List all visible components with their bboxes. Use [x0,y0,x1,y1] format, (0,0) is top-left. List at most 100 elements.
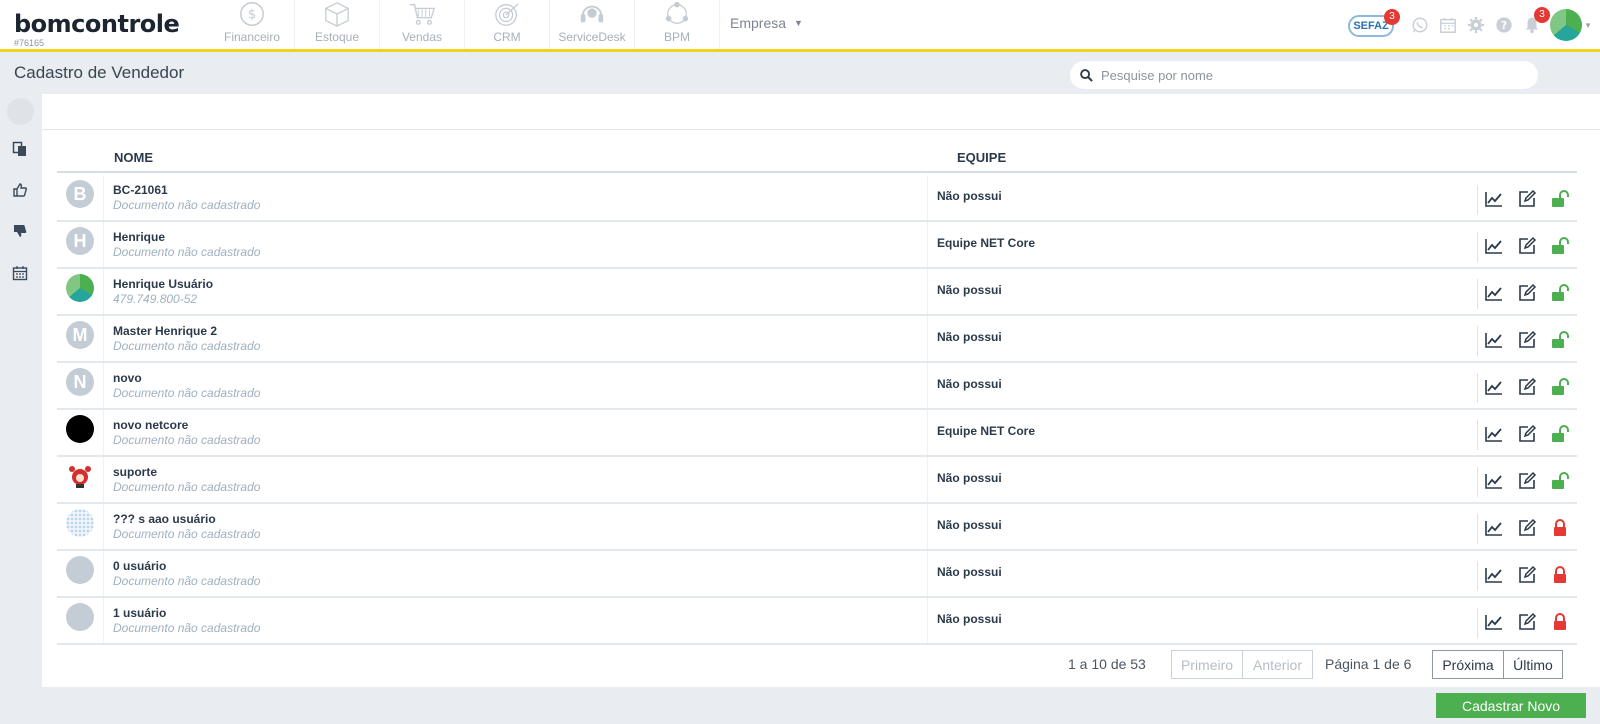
edit-button[interactable] [1517,330,1537,350]
last-page-button[interactable]: Último [1503,650,1563,679]
edit-icon [1519,236,1537,254]
lock-seller-button[interactable] [1550,283,1570,303]
first-page-button[interactable]: Primeiro [1171,650,1243,679]
empresa-dropdown[interactable]: Empresa ▼ [730,15,803,31]
performance-button[interactable] [1484,612,1504,632]
module-label: ServiceDesk [558,30,626,44]
unlock-icon [1552,472,1569,489]
actions-divider [1477,514,1478,544]
line-chart-icon [1485,333,1502,348]
performance-button[interactable] [1484,565,1504,585]
edit-button[interactable] [1517,236,1537,256]
table-row[interactable]: suporte Documento não cadastrado Não possu… [57,457,1577,504]
lock-seller-button[interactable] [1550,377,1570,397]
edit-button[interactable] [1517,189,1537,209]
unlock-seller-button[interactable] [1550,612,1570,632]
rail-thumbs-down[interactable] [12,223,28,239]
unlock-seller-button[interactable] [1550,518,1570,538]
lock-seller-button[interactable] [1550,471,1570,491]
performance-button[interactable] [1484,330,1504,350]
edit-button[interactable] [1517,377,1537,397]
previous-page-button[interactable]: Anterior [1242,650,1313,679]
user-avatar[interactable] [1550,9,1583,41]
table-row[interactable]: Nnovo Documento não cadastrado Não possui [57,363,1577,410]
edit-icon [1519,424,1537,442]
cadastrar-novo-button[interactable]: Cadastrar Novo [1436,693,1586,718]
seller-name: Master Henrique 2 [113,324,218,338]
column-divider [927,551,928,596]
unlock-icon [1552,237,1569,254]
seller-name: BC-21061 [113,183,168,197]
rail-calendar[interactable] [12,265,28,281]
edit-button[interactable] [1517,471,1537,491]
table-row[interactable]: ??? s aao usuário Documento não cadastrad… [57,504,1577,551]
performance-button[interactable] [1484,471,1504,491]
seller-document: 479.749.800-52 [113,292,198,306]
performance-button[interactable] [1484,424,1504,444]
svg-text:$: $ [248,8,256,23]
module-bpm[interactable]: BPM [635,0,720,49]
edit-icon [1519,471,1537,489]
performance-button[interactable] [1484,377,1504,397]
module-vendas[interactable]: Vendas [380,0,465,49]
edit-button[interactable] [1517,283,1537,303]
thumbs-up-icon [13,183,28,197]
rail-toggle[interactable] [7,98,34,125]
rail-copy[interactable] [12,141,28,157]
edit-icon [1519,518,1537,536]
help-button[interactable]: ? [1490,11,1518,39]
svg-text:?: ? [1501,19,1507,32]
table-row[interactable]: novo netcore Documento não cadastrado Equi… [57,410,1577,457]
edit-icon [1519,283,1537,301]
table-row[interactable]: B BC-21061 Documento não cadastrado Não pos… [57,175,1577,222]
table-row[interactable]: M Master Henrique 2 Documento não cadastra… [57,316,1577,363]
performance-button[interactable] [1484,518,1504,538]
module-financeiro[interactable]: $ Financeiro [210,0,295,49]
lock-seller-button[interactable] [1550,330,1570,350]
table-row[interactable]: 0 usuário Documento não cadastrado Não pos… [57,551,1577,598]
edit-button[interactable] [1517,518,1537,538]
column-divider [927,504,928,549]
search-input[interactable] [1101,67,1538,83]
table-row[interactable]: Henrique Usuário 479.749.800-52 Não possui [57,269,1577,316]
rail-thumbs-up[interactable] [12,182,28,198]
performance-button[interactable] [1484,189,1504,209]
empresa-label: Empresa [730,15,787,31]
box-icon [325,2,349,27]
caret-down-icon[interactable]: ▼ [1584,21,1592,30]
column-header-equipe[interactable]: EQUIPE [957,150,1006,165]
content-panel: NOME EQUIPE B BC-21061 Documento não cadas… [42,94,1600,687]
table-row[interactable]: H Henrique Documento não cadastrado Equipe … [57,222,1577,269]
lock-seller-button[interactable] [1550,189,1570,209]
calendar-button[interactable] [1434,11,1462,39]
lock-seller-button[interactable] [1550,236,1570,256]
workflow-icon [665,1,689,24]
table-row[interactable]: 1 usuário Documento não cadastrado Não pos… [57,598,1577,645]
module-estoque[interactable]: Estoque [295,0,380,49]
unlock-seller-button[interactable] [1550,565,1570,585]
settings-button[interactable] [1462,11,1490,39]
unlock-icon [1552,378,1569,395]
sefaz-button[interactable]: SEFAZ 3 [1348,9,1401,39]
edit-button[interactable] [1517,565,1537,585]
edit-button[interactable] [1517,612,1537,632]
whatsapp-button[interactable] [1406,11,1434,39]
performance-button[interactable] [1484,236,1504,256]
column-divider [927,222,928,267]
seller-document: Documento não cadastrado [113,480,261,494]
next-page-button[interactable]: Próxima [1432,650,1504,679]
seller-avatar: M [66,321,94,349]
brand-logo[interactable]: bomcontrole [14,10,180,38]
seller-document: Documento não cadastrado [113,527,261,541]
lock-seller-button[interactable] [1550,424,1570,444]
page-title: Cadastro de Vendedor [14,63,185,82]
headset-icon [580,5,604,23]
edit-button[interactable] [1517,424,1537,444]
column-divider [927,457,928,502]
performance-button[interactable] [1484,283,1504,303]
edit-icon [1519,330,1537,348]
module-crm[interactable]: CRM [465,0,550,49]
module-servicedesk[interactable]: ServiceDesk [550,0,635,49]
notifications-button[interactable]: 3 [1518,7,1551,39]
column-header-nome[interactable]: NOME [114,150,153,165]
